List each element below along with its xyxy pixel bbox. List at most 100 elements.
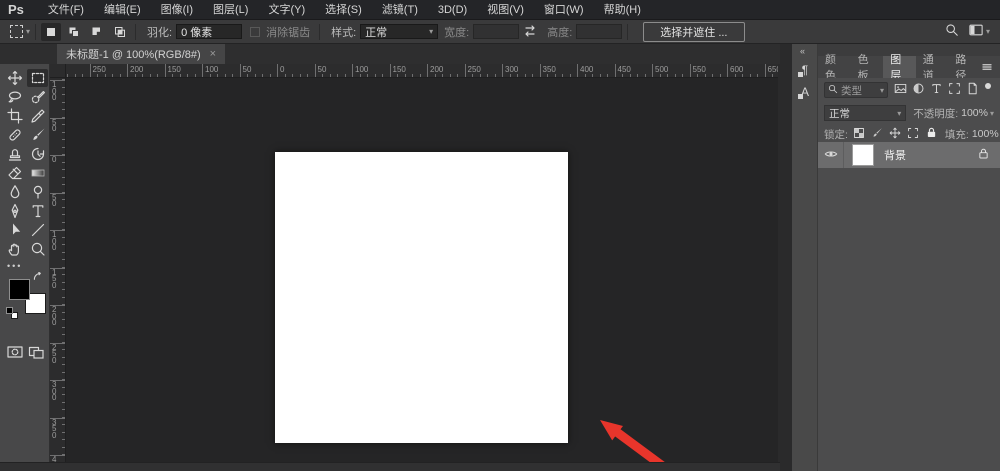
ruler-minor-tick (62, 87, 65, 88)
blend-mode-select[interactable]: 正常 ▾ (824, 105, 906, 121)
layer-filter-search[interactable]: 类型 ▾ (824, 82, 888, 98)
menu-item[interactable]: 文件(F) (38, 0, 94, 20)
style-label: 样式: (331, 24, 356, 40)
ruler-origin-corner[interactable] (50, 64, 66, 78)
width-input[interactable] (473, 24, 519, 39)
panel-tab[interactable]: 颜色 (818, 56, 851, 78)
ruler-minor-tick (345, 74, 346, 77)
pixel-layer-filter-icon[interactable] (894, 82, 907, 98)
menu-item[interactable]: 视图(V) (477, 0, 534, 20)
menu-item[interactable]: 图像(I) (151, 0, 203, 20)
ruler-minor-tick (735, 74, 736, 77)
intersect-selection-button[interactable] (110, 23, 130, 41)
blur-tool[interactable] (4, 183, 25, 201)
type-tool[interactable] (27, 202, 48, 220)
lock-all-icon[interactable] (925, 126, 938, 142)
ruler-minor-tick (62, 244, 65, 245)
lock-artboard-icon[interactable] (907, 127, 919, 142)
quick-selection-tool[interactable] (27, 88, 48, 106)
crop-tool[interactable] (4, 107, 25, 125)
antialias-label: 消除锯齿 (266, 24, 310, 40)
layer-thumbnail[interactable] (852, 144, 874, 166)
opacity-value[interactable]: 100% ▾ (961, 107, 994, 119)
search-icon[interactable] (945, 23, 959, 40)
brush-tool[interactable] (27, 126, 48, 144)
type-filter-icon[interactable] (930, 82, 943, 98)
default-colors-icon[interactable] (6, 307, 19, 320)
vertical-ruler[interactable]: 1 0 05 005 01 0 01 5 02 0 02 5 03 0 03 5… (50, 78, 66, 462)
workspace-switcher[interactable]: ▾ (969, 23, 990, 40)
ruler-minor-tick (547, 74, 548, 77)
close-tab-icon[interactable]: × (210, 48, 216, 60)
shape-filter-icon[interactable] (948, 82, 961, 98)
eraser-tool[interactable] (4, 164, 25, 182)
menu-item[interactable]: 窗口(W) (534, 0, 594, 20)
add-selection-button[interactable] (64, 23, 84, 41)
panel-tab[interactable]: 通道 (916, 56, 949, 78)
ruler-minor-tick (62, 237, 65, 238)
menu-item[interactable]: 图层(L) (203, 0, 258, 20)
antialias-checkbox[interactable] (250, 27, 260, 37)
gradient-tool[interactable] (27, 164, 48, 182)
foreground-color-swatch[interactable] (9, 279, 30, 300)
move-tool[interactable] (4, 69, 25, 87)
ruler-minor-tick (525, 74, 526, 77)
style-select[interactable]: 正常 ▾ (360, 24, 438, 39)
eyedropper-tool[interactable] (27, 107, 48, 125)
panel-tab[interactable]: 图层 (883, 56, 916, 78)
ruler-minor-tick (420, 74, 421, 77)
edit-toolbar-icon[interactable]: ••• (7, 261, 22, 271)
menu-item[interactable]: 文字(Y) (258, 0, 315, 20)
lasso-tool[interactable] (4, 88, 25, 106)
swap-dimensions-icon[interactable] (523, 23, 537, 40)
history-brush-tool[interactable] (27, 145, 48, 163)
glyphs-panel-icon[interactable]: A (795, 82, 815, 102)
line-tool[interactable] (27, 221, 48, 239)
horizontal-ruler[interactable]: 2502001501005005010015020025030035040045… (66, 64, 778, 78)
paragraph-panel-icon[interactable]: ¶ (795, 60, 815, 80)
ruler-minor-tick (322, 74, 323, 77)
hand-tool[interactable] (4, 240, 25, 258)
select-and-mask-button[interactable]: 选择并遮住 ... (643, 22, 744, 42)
subtract-selection-button[interactable] (87, 23, 107, 41)
filter-toggle-icon[interactable] (985, 83, 991, 89)
ruler-minor-tick (62, 259, 65, 260)
pen-tool[interactable] (4, 202, 25, 220)
feather-input[interactable]: 0 像素 (176, 24, 242, 39)
lock-move-icon[interactable] (889, 127, 901, 142)
zoom-tool[interactable] (27, 240, 48, 258)
menu-item[interactable]: 编辑(E) (94, 0, 151, 20)
panel-tab[interactable]: 色板 (851, 56, 884, 78)
clone-stamp-tool[interactable] (4, 145, 25, 163)
panel-tab[interactable]: 路径 (948, 56, 981, 78)
smart-object-filter-icon[interactable] (966, 82, 979, 98)
swap-colors-icon[interactable] (33, 270, 44, 288)
menu-item[interactable]: 选择(S) (315, 0, 372, 20)
new-selection-button[interactable] (41, 23, 61, 41)
panel-menu-icon[interactable] (981, 56, 1000, 78)
quick-mask-button[interactable] (7, 344, 23, 365)
rectangular-marquee-tool[interactable] (27, 69, 48, 87)
ruler-label: 1 0 0 (52, 232, 56, 252)
lock-transparency-icon[interactable] (853, 127, 865, 142)
collapse-panels-icon[interactable]: « (800, 46, 805, 56)
screen-mode-button[interactable] (28, 344, 44, 365)
document-canvas[interactable] (275, 152, 568, 443)
document-tab[interactable]: 未标题-1 @ 100%(RGB/8#) × (57, 44, 225, 64)
path-selection-tool[interactable] (4, 221, 25, 239)
height-input[interactable] (576, 24, 622, 39)
dodge-tool[interactable] (27, 183, 48, 201)
ruler-major-tick (727, 64, 728, 78)
ruler-major-tick (427, 64, 428, 78)
layer-row-background[interactable]: 背景 (818, 142, 1000, 168)
adjustment-filter-icon[interactable] (912, 82, 925, 98)
menu-item[interactable]: 滤镜(T) (372, 0, 428, 20)
ruler-minor-tick (62, 402, 65, 403)
spot-healing-brush-tool[interactable] (4, 126, 25, 144)
menu-item[interactable]: 3D(D) (428, 0, 477, 20)
layer-visibility-toggle[interactable] (818, 142, 844, 168)
fill-value[interactable]: 100% ▾ (972, 128, 1000, 140)
menu-item[interactable]: 帮助(H) (594, 0, 651, 20)
lock-paint-icon[interactable] (871, 127, 883, 142)
current-tool-button[interactable]: ▾ (10, 25, 30, 38)
